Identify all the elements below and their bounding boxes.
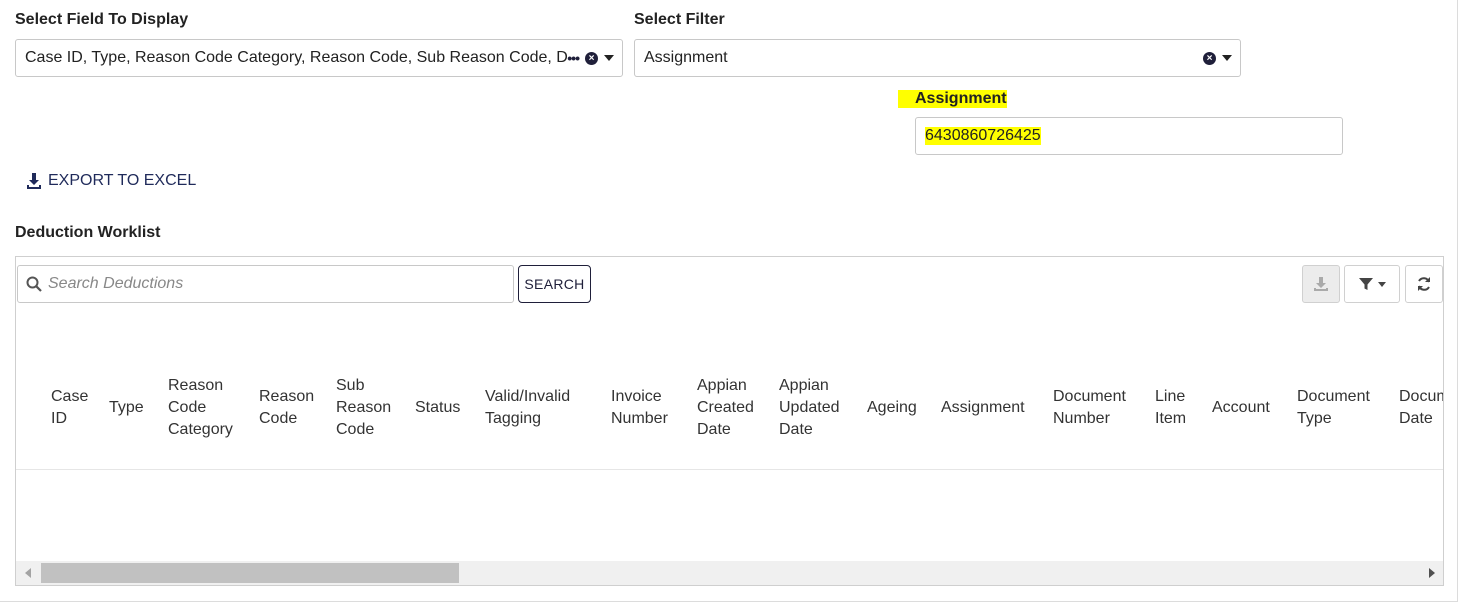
search-placeholder: Search Deductions <box>48 275 184 292</box>
chevron-down-icon[interactable] <box>1222 55 1232 61</box>
column-header[interactable]: Valid/Invalid Tagging <box>485 386 570 430</box>
refresh-button[interactable] <box>1405 265 1443 303</box>
column-header[interactable]: Reason Code <box>259 386 314 430</box>
clear-icon[interactable]: × <box>585 51 598 65</box>
column-header[interactable]: Case ID <box>51 386 88 430</box>
chevron-down-icon[interactable] <box>604 55 614 61</box>
grid-download-button[interactable] <box>1302 265 1340 303</box>
column-header[interactable]: Line Item <box>1155 386 1186 430</box>
search-input[interactable]: Search Deductions <box>17 265 514 303</box>
worklist-title: Deduction Worklist <box>15 224 161 241</box>
download-icon <box>1314 277 1328 291</box>
filter-select-value: Assignment <box>644 49 728 66</box>
download-icon <box>27 173 41 189</box>
column-header[interactable]: Invoice Number <box>611 386 668 430</box>
column-header[interactable]: Status <box>415 397 460 419</box>
export-label: EXPORT TO EXCEL <box>48 172 197 189</box>
field-select-value: Case ID, Type, Reason Code Category, Rea… <box>25 49 568 66</box>
field-select[interactable]: Case ID, Type, Reason Code Category, Rea… <box>15 39 623 77</box>
field-select-label: Select Field To Display <box>15 11 189 28</box>
column-header[interactable]: Assignment <box>941 397 1025 419</box>
refresh-icon <box>1418 277 1430 291</box>
column-header[interactable]: Ageing <box>867 397 917 419</box>
column-header[interactable]: Account <box>1212 397 1270 419</box>
assignment-input-value: 6430860726425 <box>925 127 1041 145</box>
chevron-down-icon <box>1377 281 1386 287</box>
column-header[interactable]: Document Number <box>1053 386 1126 430</box>
column-header[interactable]: Type <box>109 397 144 419</box>
export-to-excel-link[interactable]: EXPORT TO EXCEL <box>26 172 196 190</box>
horizontal-scrollbar[interactable] <box>16 561 1443 585</box>
search-icon <box>26 276 42 292</box>
clear-icon[interactable]: × <box>1203 51 1216 65</box>
column-header[interactable]: Document Type <box>1297 386 1370 430</box>
filter-select-label: Select Filter <box>634 11 725 28</box>
assignment-input[interactable]: 6430860726425 <box>915 117 1343 155</box>
column-header[interactable]: Sub Reason Code <box>336 375 391 441</box>
deduction-grid: Search Deductions SEARCH Case ID Type Rea… <box>15 256 1444 586</box>
scroll-right-icon[interactable] <box>1429 568 1435 578</box>
column-header[interactable]: Appian Created Date <box>697 375 754 441</box>
filter-icon <box>1358 278 1373 290</box>
more-icon[interactable]: ••• <box>567 50 580 66</box>
column-header[interactable]: DocumentDate <box>1399 386 1443 430</box>
scrollbar-thumb[interactable] <box>41 563 459 583</box>
filter-select[interactable]: Assignment × <box>634 39 1241 77</box>
column-header[interactable]: Reason Code Category <box>168 375 233 441</box>
grid-header: Case ID Type Reason Code Category Reason Cod… <box>16 347 1443 470</box>
column-header[interactable]: Appian Updated Date <box>779 375 840 441</box>
assignment-filter-label: Assignment <box>898 90 1007 108</box>
search-button[interactable]: SEARCH <box>518 265 591 303</box>
scroll-left-icon[interactable] <box>25 568 31 578</box>
filter-button[interactable] <box>1344 265 1400 303</box>
